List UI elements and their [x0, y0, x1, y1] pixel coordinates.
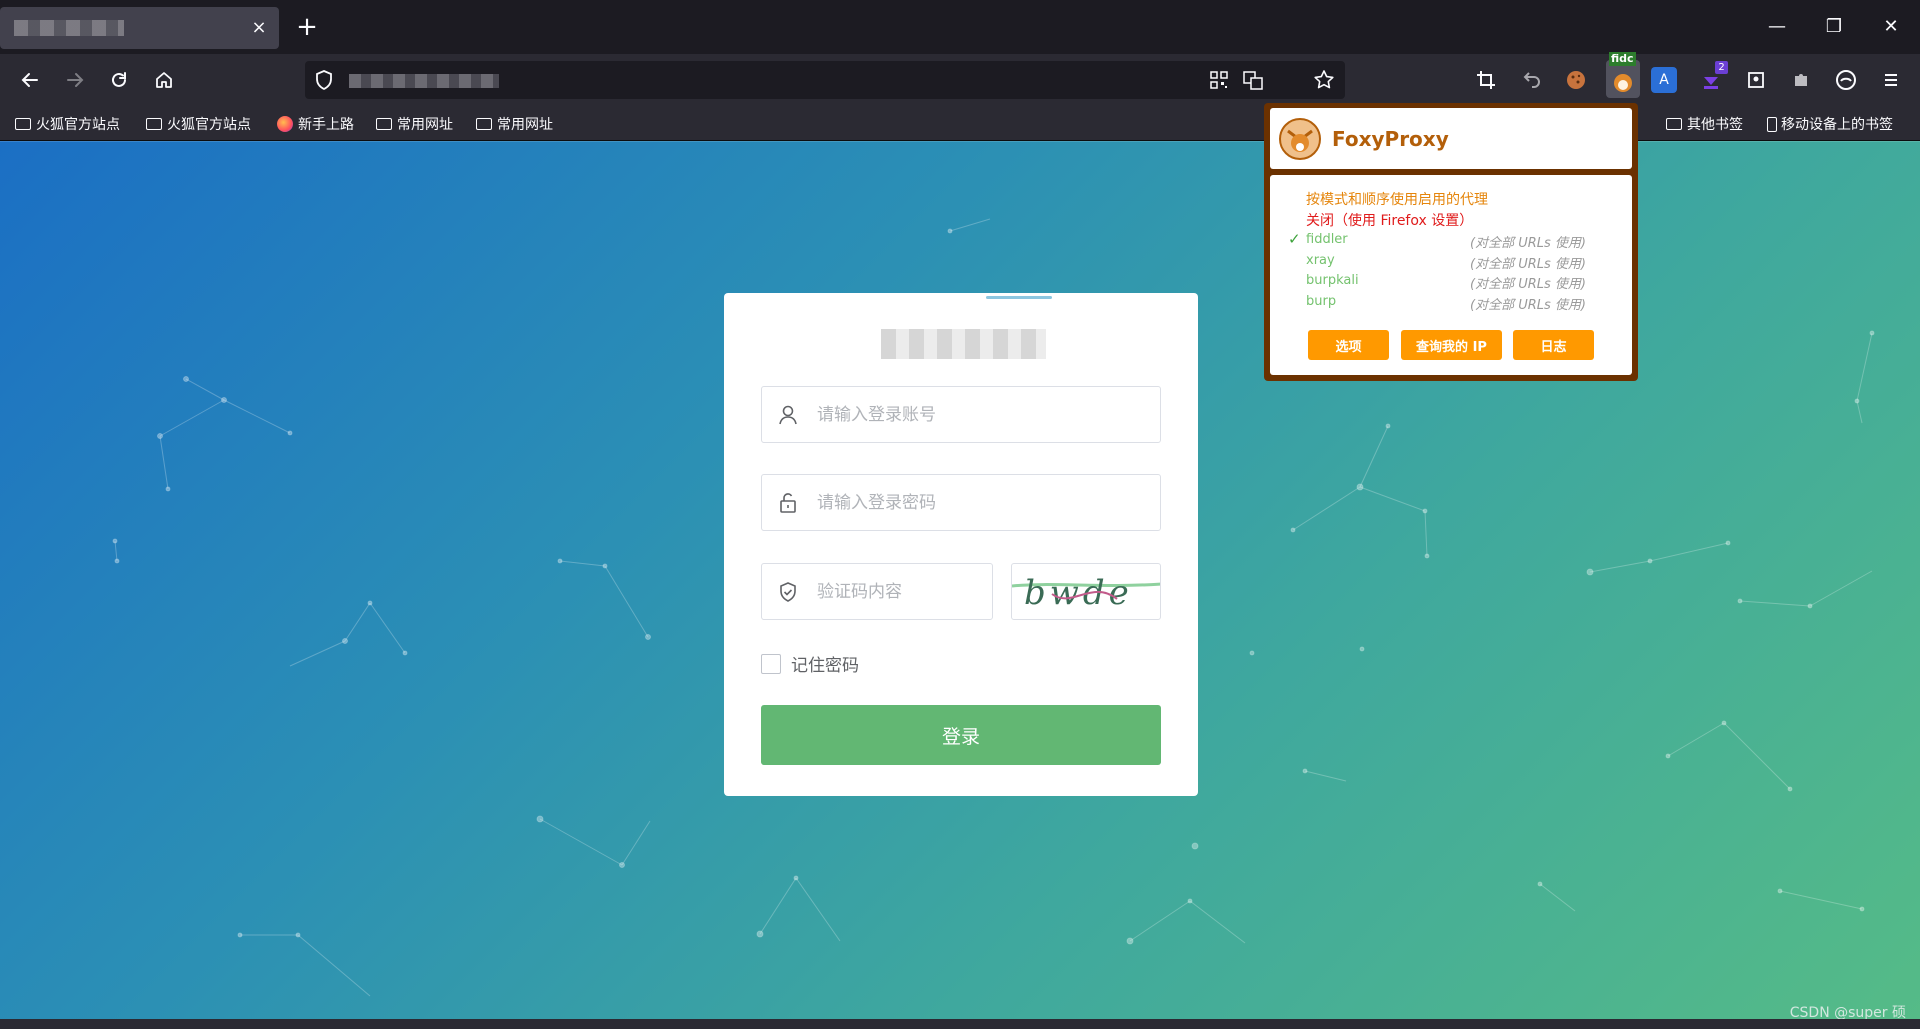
folder-icon — [376, 118, 392, 130]
bookmark-folder[interactable]: 火狐官方站点 — [15, 114, 120, 134]
puzzle-extension-icon[interactable] — [1786, 65, 1816, 95]
folder-icon — [476, 118, 492, 130]
remember-label: 记住密码 — [791, 656, 859, 676]
firefox-icon — [277, 116, 293, 132]
proxy-item-burpkali[interactable]: burpkali — [1306, 273, 1359, 288]
remember-password[interactable]: 记住密码 — [761, 651, 859, 676]
options-button[interactable]: 选项 — [1308, 330, 1389, 360]
url-bar[interactable] — [305, 61, 1345, 99]
other-bookmarks[interactable]: 其他书签 — [1666, 114, 1743, 134]
bookmark-link[interactable]: 新手上路 — [277, 114, 354, 134]
foxyproxy-body: 按模式和顺序使用启用的代理 关闭（使用 Firefox 设置） ✓ fiddle… — [1270, 175, 1632, 375]
user-icon — [776, 403, 800, 427]
shield-check-icon — [776, 580, 800, 604]
url-text-blurred — [349, 74, 499, 88]
username-input[interactable] — [817, 401, 1137, 429]
bookmark-folder[interactable]: 火狐官方站点 — [146, 114, 251, 134]
captcha-image[interactable]: bwde — [1011, 563, 1161, 620]
page-translate-icon[interactable] — [1240, 67, 1266, 93]
back-icon[interactable] — [15, 65, 45, 95]
folder-icon — [146, 118, 162, 130]
proxy-note: (对全部 URLs 使用) — [1470, 277, 1586, 292]
remember-checkbox[interactable] — [761, 653, 781, 674]
myip-button[interactable]: 查询我的 IP — [1401, 330, 1502, 360]
site-logo-blurred — [881, 329, 1046, 359]
download-extension-icon[interactable]: 2 — [1696, 61, 1728, 95]
bottom-bar — [0, 1019, 1920, 1029]
mode-pattern-option[interactable]: 按模式和顺序使用启用的代理 — [1306, 189, 1488, 209]
foxyproxy-badge: fidc — [1609, 52, 1636, 66]
username-field[interactable] — [761, 386, 1161, 443]
forward-icon[interactable] — [60, 65, 90, 95]
hacker-extension-icon[interactable] — [1831, 65, 1861, 95]
mobile-bookmarks[interactable]: 移动设备上的书签 — [1767, 114, 1893, 134]
proxy-note: (对全部 URLs 使用) — [1470, 257, 1586, 272]
login-button[interactable]: 登录 — [761, 705, 1161, 765]
browser-tab[interactable]: × — [0, 7, 279, 49]
home-icon[interactable] — [149, 65, 179, 95]
foxyproxy-header: FoxyProxy — [1270, 108, 1632, 169]
password-field[interactable] — [761, 474, 1161, 531]
captcha-field[interactable] — [761, 563, 993, 620]
folder-icon — [1666, 118, 1682, 130]
mobile-icon — [1767, 116, 1777, 132]
password-input[interactable] — [817, 489, 1137, 517]
foxyproxy-title: FoxyProxy — [1332, 126, 1449, 151]
reload-icon[interactable] — [104, 65, 134, 95]
notification-badge: 2 — [1715, 61, 1728, 74]
log-button[interactable]: 日志 — [1513, 330, 1594, 360]
cookie-editor-icon[interactable] — [1561, 65, 1591, 95]
crop-screenshot-icon[interactable] — [1471, 65, 1501, 95]
restore-icon[interactable]: ❐ — [1819, 12, 1849, 42]
folder-icon — [15, 118, 31, 130]
new-tab-button[interactable]: + — [293, 14, 321, 42]
proxy-item-burp[interactable]: burp — [1306, 294, 1336, 309]
proxy-note: (对全部 URLs 使用) — [1470, 298, 1586, 313]
captcha-input[interactable] — [817, 578, 977, 606]
close-window-icon[interactable]: ✕ — [1876, 12, 1906, 42]
card-accent-line — [986, 296, 1052, 299]
selected-check-icon: ✓ — [1288, 230, 1301, 248]
bookmark-folder[interactable]: 常用网址 — [476, 114, 553, 134]
tab-bar: × + — ❐ ✕ — [0, 0, 1920, 54]
proxy-note: (对全部 URLs 使用) — [1470, 236, 1586, 251]
proxy-item-xray[interactable]: xray — [1306, 253, 1335, 268]
proxy-item-fiddler[interactable]: fiddler — [1306, 232, 1348, 247]
qr-code-icon[interactable] — [1206, 67, 1232, 93]
tab-close-icon[interactable]: × — [249, 18, 269, 38]
foxyproxy-popup: FoxyProxy 按模式和顺序使用启用的代理 关闭（使用 Firefox 设置… — [1264, 103, 1638, 381]
menu-hamburger-icon[interactable] — [1876, 65, 1906, 95]
foxyproxy-extension-icon[interactable]: fidc — [1606, 52, 1640, 98]
translate-extension-icon[interactable]: A — [1651, 67, 1677, 93]
undo-icon[interactable] — [1516, 65, 1546, 95]
captcha-text: bwde — [1024, 573, 1133, 613]
mode-off-option[interactable]: 关闭（使用 Firefox 设置） — [1306, 210, 1473, 230]
bookmark-star-icon[interactable] — [1311, 67, 1337, 93]
unlock-icon — [776, 491, 800, 515]
bookmark-folder[interactable]: 常用网址 — [376, 114, 453, 134]
minimize-icon[interactable]: — — [1762, 12, 1792, 42]
foxyproxy-logo-icon — [1279, 117, 1321, 160]
login-card: bwde 记住密码 登录 — [724, 293, 1198, 796]
shield-icon[interactable] — [311, 67, 337, 93]
photo-extension-icon[interactable] — [1741, 65, 1771, 95]
tab-title-blurred — [14, 20, 124, 36]
